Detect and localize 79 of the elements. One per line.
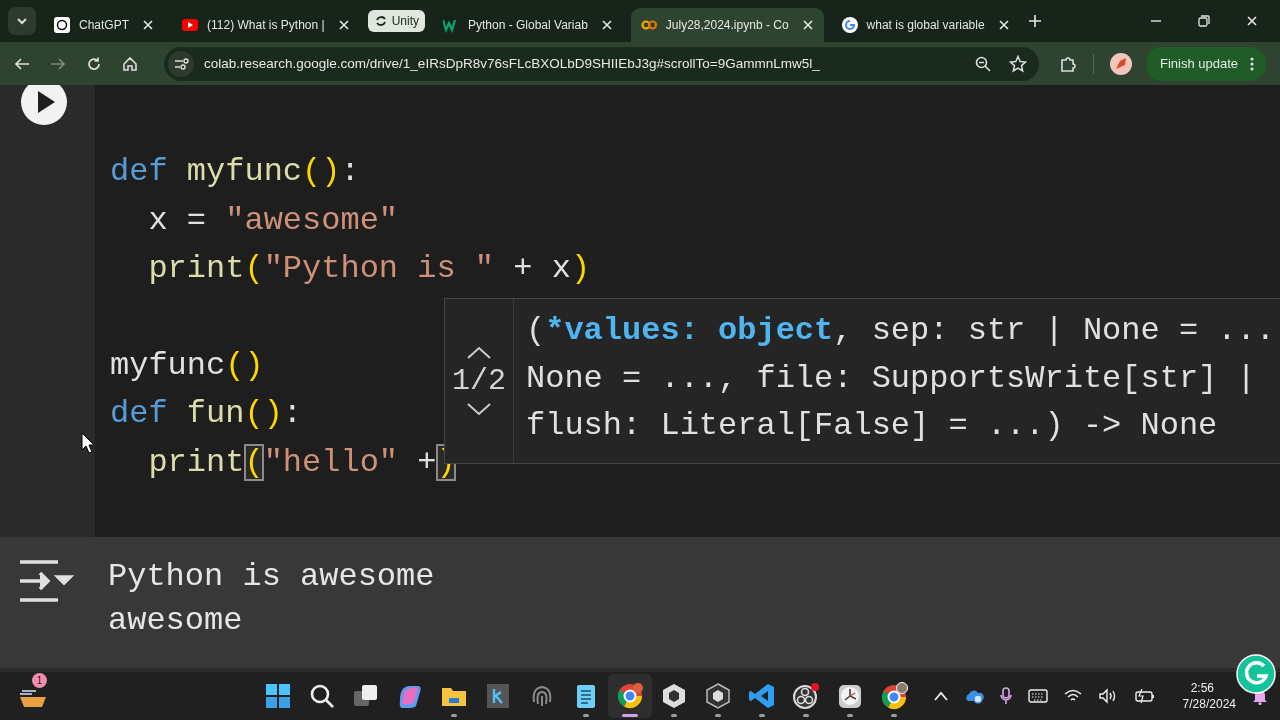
avatar-icon[interactable]	[1109, 52, 1132, 75]
code-line: print("Python is " + x)	[148, 249, 591, 289]
chevron-up-icon[interactable]	[466, 346, 492, 360]
k-app-icon	[484, 682, 512, 710]
more-icon	[1250, 56, 1254, 71]
overload-counter: 1/2	[452, 364, 506, 398]
reload-icon[interactable]	[86, 55, 102, 72]
chevron-down-icon[interactable]	[466, 402, 492, 416]
run-icon[interactable]	[19, 85, 68, 126]
cloud-icon[interactable]	[964, 688, 984, 704]
taskbar-app[interactable]	[608, 674, 652, 718]
forward-icon[interactable]	[50, 55, 66, 72]
keyboard-icon[interactable]	[1028, 689, 1048, 703]
running-indicator	[759, 714, 765, 717]
g-logo-icon	[841, 17, 858, 33]
zoom-icon[interactable]	[974, 55, 991, 72]
signature-line: (*values: object, sep: str | None = ...	[526, 311, 1275, 351]
browser-icon	[880, 682, 908, 710]
running-indicator	[715, 714, 721, 717]
browser-tab[interactable]: what is global variable	[831, 8, 1020, 42]
code-line: def myfunc():	[110, 152, 360, 192]
cube-icon	[660, 682, 688, 710]
wifi-icon[interactable]	[1064, 689, 1082, 703]
close-icon[interactable]	[337, 19, 350, 31]
close-icon[interactable]	[997, 19, 1010, 31]
browser-tab[interactable]: Python - Global Variab	[432, 8, 623, 42]
running-indicator	[671, 714, 677, 717]
chat-logo-icon	[54, 17, 70, 33]
cube-icon	[704, 682, 732, 710]
code-line: x = "awesome"	[148, 200, 399, 241]
new-tab-icon[interactable]	[1027, 14, 1042, 28]
running-indicator	[803, 714, 809, 717]
site-info-icon[interactable]	[168, 50, 194, 77]
close-icon[interactable]	[600, 19, 613, 31]
clock-time[interactable]: 2:56	[1190, 680, 1214, 696]
record-icon	[792, 682, 820, 710]
browser-icon	[616, 682, 644, 710]
sync-icon	[373, 14, 388, 28]
start-icon	[264, 682, 292, 710]
mouse-pointer-icon	[81, 432, 95, 454]
code-line: myfunc()	[110, 345, 264, 386]
tab-group-chip[interactable]: Unity	[367, 10, 425, 32]
close-icon[interactable]	[142, 19, 154, 31]
update-button[interactable]: Finish update	[1145, 46, 1266, 81]
tab-search-icon[interactable]	[8, 7, 36, 35]
clock-date[interactable]: 7/28/2024	[1182, 696, 1236, 712]
running-indicator	[891, 714, 897, 717]
microphone-icon[interactable]	[1000, 687, 1012, 705]
signature-line: None = ..., file: SupportsWrite[str] |	[526, 358, 1256, 399]
floating-button-icon[interactable]	[1236, 654, 1276, 694]
close-icon[interactable]	[801, 19, 814, 31]
browser-tab[interactable]: July28,2024.ipynb - Co	[630, 8, 824, 42]
star-icon[interactable]	[1008, 54, 1027, 73]
play-logo-icon	[182, 17, 198, 33]
output-text: awesome	[108, 601, 243, 641]
address-bar[interactable]: colab.research.google.com/drive/1_eIRsDpR8v76sFLcBXOLbD9SHIIEbJ3g#scrollTo=9GammnLmw5l_	[164, 46, 1039, 81]
clock-icon	[836, 682, 864, 710]
signature-line: flush: Literal[False] = ...) -> None	[526, 406, 1218, 446]
code-line: def fun():	[110, 394, 303, 434]
running-indicator	[451, 714, 457, 717]
running-indicator	[622, 714, 638, 717]
notification-badge: 1	[32, 673, 47, 688]
restore-icon[interactable]	[1198, 15, 1210, 27]
output-text: Python is awesome	[108, 557, 435, 597]
home-icon[interactable]	[122, 55, 138, 72]
running-indicator	[847, 714, 853, 717]
puzzle-icon[interactable]	[1058, 54, 1077, 73]
running-indicator	[583, 714, 589, 717]
output-actions-icon[interactable]	[18, 559, 74, 603]
close-icon[interactable]	[1246, 15, 1258, 27]
battery-icon[interactable]	[1134, 688, 1156, 704]
browser-tab[interactable]: (112) What is Python |	[172, 8, 360, 42]
code-editor-icon	[748, 682, 776, 710]
w-logo-icon	[442, 17, 459, 33]
volume-icon[interactable]	[1098, 688, 1118, 704]
back-icon[interactable]	[14, 55, 30, 72]
search-icon	[308, 682, 336, 710]
co-logo-icon	[640, 17, 657, 33]
browser-tab[interactable]: ChatGPT	[44, 8, 164, 42]
